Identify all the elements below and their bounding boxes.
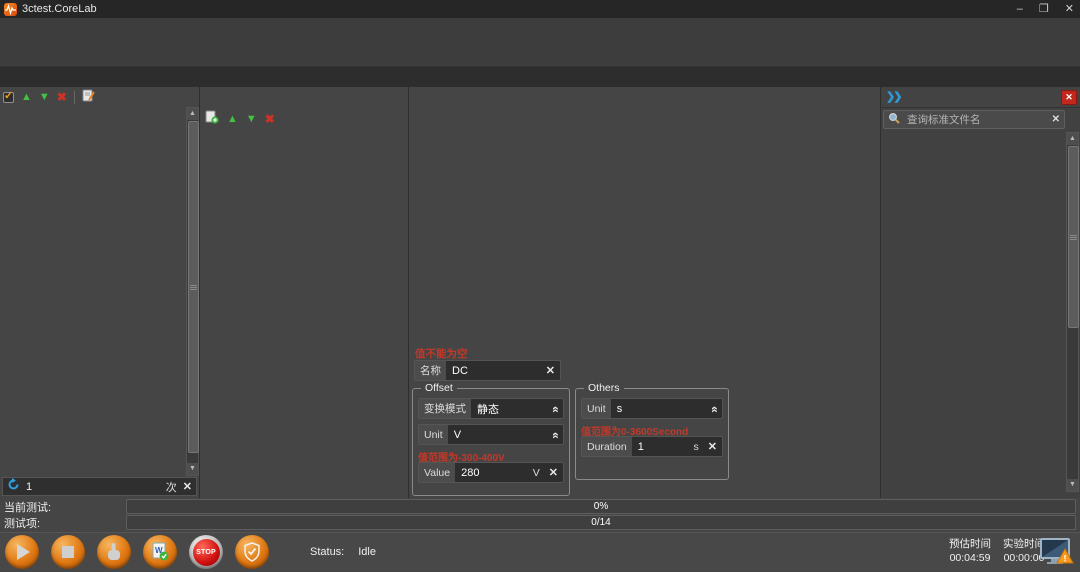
title-bar: 3ctest.CoreLab – ❐ ✕ <box>0 0 1080 18</box>
offset-group: Offset 变换模式 静态 « Unit V « 值范围为-300-400V … <box>412 388 570 496</box>
close-button[interactable]: ✕ <box>1065 0 1074 18</box>
emergency-stop-button[interactable]: STOP <box>189 535 223 569</box>
estimated-time-label: 预估时间 <box>944 537 996 551</box>
add-segment-icon[interactable] <box>205 110 219 129</box>
refresh-icon[interactable] <box>7 478 20 496</box>
check-all-checkbox[interactable] <box>3 92 14 103</box>
test-items-progressbar: 0/14 <box>126 515 1076 530</box>
pin-panel-icon[interactable]: ❯❯ <box>886 90 900 103</box>
scroll-down-icon[interactable]: ▼ <box>187 463 198 475</box>
signal-list <box>2 107 185 478</box>
offset-value-field[interactable]: Value 280 V ✕ <box>418 462 564 483</box>
segment-properties: 值不能为空 名称 DC ✕ Offset 变换模式 静态 « Unit V « … <box>409 345 879 498</box>
test-items-label: 测试项: <box>0 515 126 531</box>
duration-field[interactable]: Duration 1 s ✕ <box>581 436 723 457</box>
main-toolbar <box>0 40 1080 67</box>
segment-up-icon[interactable]: ▲ <box>227 114 238 125</box>
app-logo-icon <box>4 3 17 16</box>
svg-text:!: ! <box>1064 554 1067 564</box>
clear-value-icon[interactable]: ✕ <box>544 466 563 479</box>
signal-list-panel: ▲ ▼ ✖ ▲ ▼ 1 次 ✕ <box>0 87 200 498</box>
run-button[interactable] <box>5 535 39 569</box>
standards-search-box[interactable]: ✕ <box>883 110 1065 129</box>
repeat-count-row: 1 次 ✕ <box>2 477 197 496</box>
manual-trigger-button[interactable] <box>97 535 131 569</box>
move-up-icon[interactable]: ▲ <box>21 92 32 103</box>
word-report-icon: W <box>150 542 170 562</box>
window-title: 3ctest.CoreLab <box>22 3 97 15</box>
move-down-icon[interactable]: ▼ <box>39 92 50 103</box>
tree-scrollbar[interactable]: ▲ ▼ <box>1066 132 1079 492</box>
others-group: Others Unit s « 值范围为0-3600Second Duratio… <box>575 388 729 480</box>
search-icon <box>888 111 900 129</box>
restore-button[interactable]: ❐ <box>1039 0 1049 18</box>
repeat-count-value[interactable]: 1 <box>26 481 160 493</box>
test-items-progress-row: 测试项: 0/14 <box>0 515 1080 530</box>
edit-list-icon[interactable] <box>82 89 95 107</box>
offset-unit-select[interactable]: Unit V « <box>418 424 564 445</box>
standards-tree <box>883 132 1065 496</box>
parameter-panel: 值不能为空 名称 DC ✕ Offset 变换模式 静态 « Unit V « … <box>409 87 881 498</box>
scroll-up-icon[interactable]: ▲ <box>1067 133 1078 145</box>
delete-item-icon[interactable]: ✖ <box>57 92 67 103</box>
repeat-unit-label: 次 <box>166 479 177 495</box>
current-test-label: 当前测试: <box>0 499 126 515</box>
main-area: ▲ ▼ ✖ ▲ ▼ 1 次 ✕ ▲ <box>0 87 1080 498</box>
clear-name-icon[interactable]: ✕ <box>541 364 560 377</box>
search-input[interactable] <box>905 113 1047 127</box>
status-label: Status: <box>310 546 344 558</box>
clear-duration-icon[interactable]: ✕ <box>703 440 722 453</box>
collapse-chevron-icon[interactable]: « <box>708 402 722 416</box>
report-button[interactable]: W <box>143 535 177 569</box>
estimated-time-value: 00:04:59 <box>944 551 996 565</box>
standards-panel: ❯❯ ✕ ✕ ▲ ▼ <box>881 87 1080 498</box>
parameter-plot[interactable] <box>410 108 878 344</box>
collapse-chevron-icon[interactable]: « <box>549 402 563 416</box>
scroll-up-icon[interactable]: ▲ <box>187 108 198 120</box>
segment-down-icon[interactable]: ▼ <box>246 114 257 125</box>
repeat-clear-icon[interactable]: ✕ <box>183 480 192 493</box>
hand-icon <box>105 542 123 562</box>
transform-mode-select[interactable]: 变换模式 静态 « <box>418 398 564 419</box>
current-test-progress-row: 当前测试: 0% <box>0 499 1080 514</box>
scroll-down-icon[interactable]: ▼ <box>1067 479 1078 491</box>
segment-delete-icon[interactable]: ✖ <box>265 114 275 125</box>
signal-list-scrollbar[interactable]: ▲ ▼ <box>186 107 199 476</box>
clear-search-icon[interactable]: ✕ <box>1052 114 1060 125</box>
status-bar: W STOP Status:Idle 预估时间 00:04:59 实验时间 00… <box>0 532 1080 571</box>
menu-bar <box>0 18 1080 40</box>
close-panel-button[interactable]: ✕ <box>1061 90 1077 105</box>
document-tab-bar <box>0 67 1080 87</box>
segment-name-field[interactable]: 名称 DC ✕ <box>414 360 561 381</box>
others-unit-select[interactable]: Unit s « <box>581 398 723 419</box>
current-test-progressbar: 0% <box>126 499 1076 514</box>
segments-panel: ▲ ▼ ✖ <box>201 87 409 498</box>
stop-button[interactable] <box>51 535 85 569</box>
minimize-button[interactable]: – <box>1017 0 1023 18</box>
device-warning-icon[interactable]: ! <box>1038 537 1074 572</box>
selfcheck-button[interactable] <box>235 535 269 569</box>
collapse-chevron-icon[interactable]: « <box>549 428 563 442</box>
status-value: Idle <box>358 546 376 558</box>
validation-error-text: 值不能为空 <box>415 346 468 361</box>
shield-check-icon <box>243 542 261 562</box>
